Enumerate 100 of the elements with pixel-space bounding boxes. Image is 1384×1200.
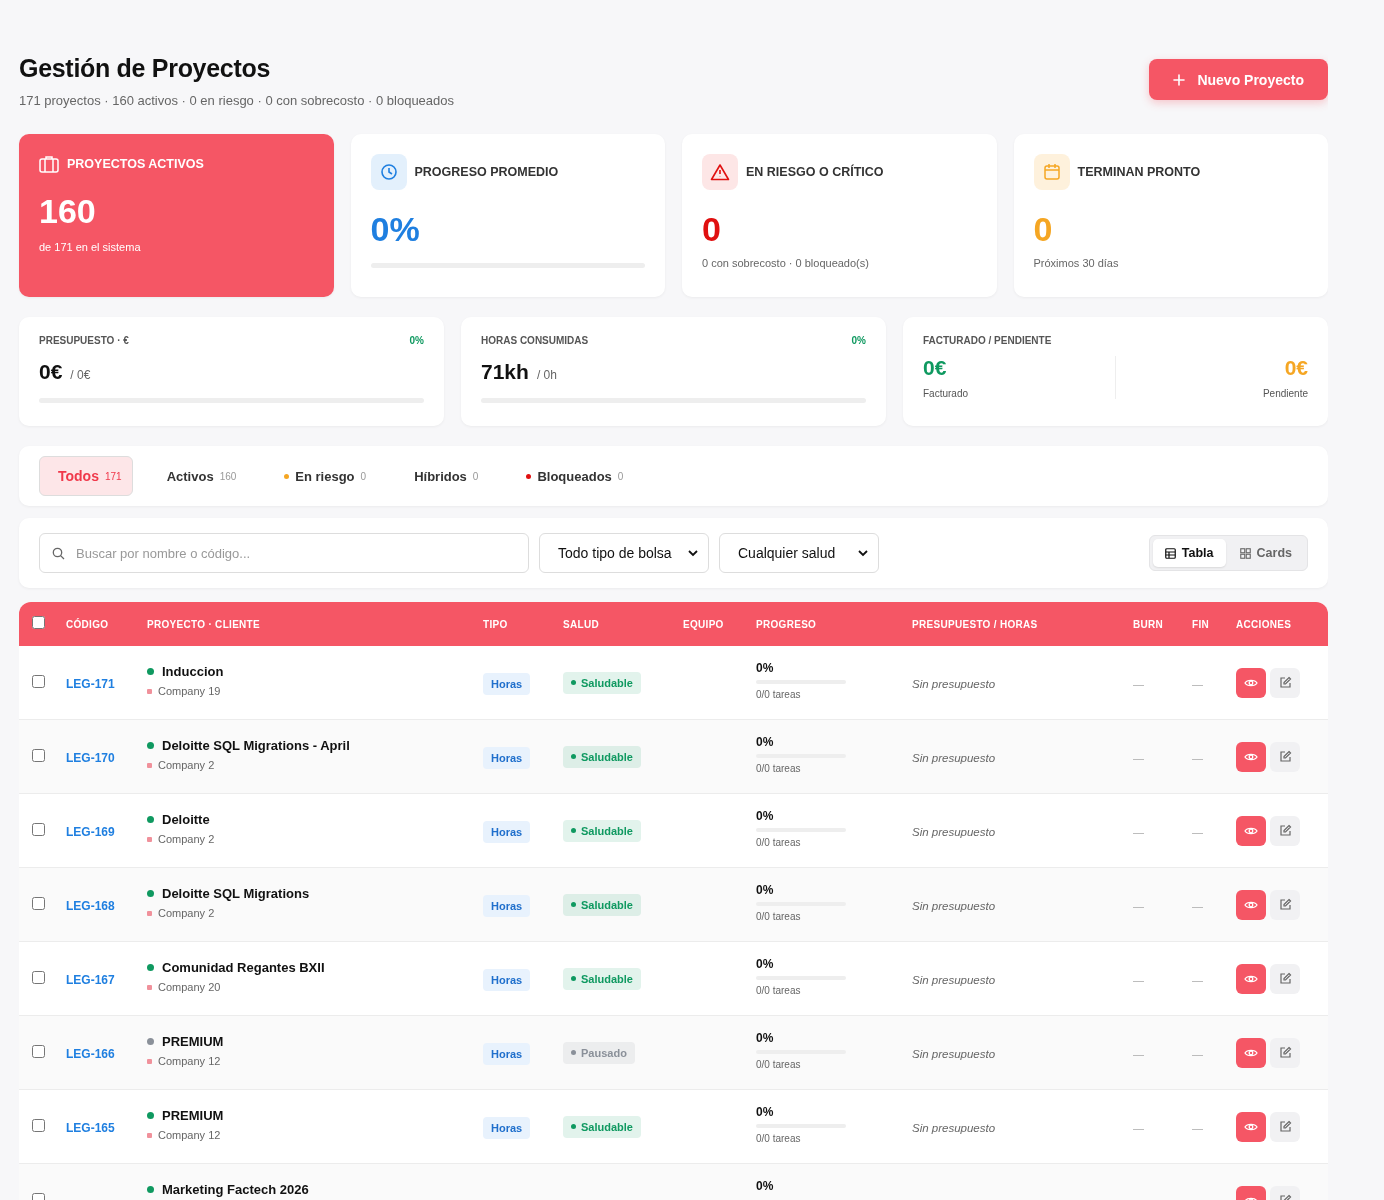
calendar-icon xyxy=(1033,154,1070,190)
row-checkbox[interactable] xyxy=(32,822,45,836)
progress-percent: 0% xyxy=(756,735,775,749)
budget-text: Sin presupuesto xyxy=(912,751,996,764)
stat-value: 0 xyxy=(702,210,722,249)
view-button[interactable]: Cards xyxy=(1227,539,1304,567)
select-all-checkbox[interactable] xyxy=(32,616,45,629)
burn-value: — xyxy=(1133,899,1144,912)
project-name: Comunidad Regantes BXII xyxy=(162,960,325,975)
card-label: HORAS CONSUMIDAS xyxy=(481,335,589,346)
type-badge: Horas xyxy=(483,820,531,843)
edit-button[interactable] xyxy=(1270,1111,1300,1142)
view-button[interactable] xyxy=(1236,741,1266,772)
filter-tab[interactable]: Todos 171 xyxy=(39,456,133,496)
view-button[interactable] xyxy=(1236,1111,1266,1142)
end-date: — xyxy=(1192,825,1203,838)
progress-percent: 0% xyxy=(756,661,775,675)
percent-value: 0% xyxy=(851,335,866,346)
edit-button[interactable] xyxy=(1270,667,1300,698)
type-badge: Horas xyxy=(483,746,531,769)
progress-percent: 0% xyxy=(756,809,775,823)
project-code-link[interactable]: LEG-171 xyxy=(66,676,115,691)
budget-text: Sin presupuesto xyxy=(912,973,996,986)
view-button[interactable] xyxy=(1236,815,1266,846)
burn-value: — xyxy=(1133,1047,1144,1060)
row-checkbox[interactable] xyxy=(32,970,45,984)
edit-button[interactable] xyxy=(1270,963,1300,994)
progress-percent: 0% xyxy=(756,957,775,971)
amount-value: 0€ xyxy=(39,360,63,384)
end-date: — xyxy=(1192,1121,1203,1134)
edit-button[interactable] xyxy=(1270,889,1300,920)
project-name: Deloitte xyxy=(162,812,210,827)
pending-value: 0€ xyxy=(1284,356,1308,380)
task-count: 0/0 tareas xyxy=(756,1059,802,1070)
amount-value: 71kh xyxy=(481,360,529,384)
row-checkbox[interactable] xyxy=(32,1118,45,1132)
chevron-icon xyxy=(858,549,868,557)
project-code-link[interactable]: LEG-166 xyxy=(66,1046,115,1061)
pending-label: Pendiente xyxy=(1262,388,1308,399)
table-icon xyxy=(1164,547,1176,559)
pencil-icon xyxy=(1278,676,1292,689)
row-checkbox[interactable] xyxy=(32,1044,45,1058)
row-checkbox[interactable] xyxy=(32,896,45,910)
page-title: Gestión de Proyectos xyxy=(19,54,272,83)
task-count: 0/0 tareas xyxy=(756,689,802,700)
budget-text: Sin presupuesto xyxy=(912,899,996,912)
search-field[interactable]: Buscar por nombre o código... xyxy=(39,533,529,573)
client-name: Company 12 xyxy=(158,1055,221,1067)
edit-button[interactable] xyxy=(1270,741,1300,772)
stat-label: PROGRESO PROMEDIO xyxy=(414,165,559,179)
task-count: 0/0 tareas xyxy=(756,1133,802,1144)
edit-button[interactable] xyxy=(1270,1037,1300,1068)
project-code-link[interactable]: LEG-169 xyxy=(66,824,115,839)
health-badge: Pausado xyxy=(563,1041,635,1064)
filter-tab[interactable]: En riesgo 0 xyxy=(270,460,381,492)
amount-total: / 0€ xyxy=(70,368,91,382)
filter-select[interactable]: Todo tipo de bolsa xyxy=(539,533,709,573)
client-square-icon xyxy=(147,1058,152,1064)
view-button[interactable] xyxy=(1236,963,1266,994)
edit-button[interactable] xyxy=(1270,815,1300,846)
filter-tab[interactable]: Híbridos 0 xyxy=(400,460,493,492)
project-code-link[interactable]: LEG-167 xyxy=(66,972,115,987)
client-square-icon xyxy=(147,688,152,694)
project-code-link[interactable]: LEG-170 xyxy=(66,750,115,765)
budget-text: Sin presupuesto xyxy=(912,677,996,690)
filter-tab[interactable]: Bloqueados 0 xyxy=(512,460,638,492)
filter-select[interactable]: Cualquier salud xyxy=(719,533,879,573)
client-square-icon xyxy=(147,984,152,990)
type-badge: Horas xyxy=(483,1042,531,1065)
pencil-icon xyxy=(1278,824,1292,837)
client-name: Company 2 xyxy=(158,907,215,919)
budget-text: Sin presupuesto xyxy=(912,1121,996,1134)
percent-value: 0% xyxy=(409,335,424,346)
row-checkbox[interactable] xyxy=(32,748,45,762)
health-badge: Saludable xyxy=(563,819,641,842)
view-button[interactable]: Tabla xyxy=(1152,539,1226,567)
pencil-icon xyxy=(1278,972,1292,985)
project-name: PREMIUM xyxy=(162,1108,224,1123)
view-button[interactable] xyxy=(1236,1037,1266,1068)
new-project-button[interactable]: Nuevo Proyecto xyxy=(1149,59,1328,100)
invoiced-label: Facturado xyxy=(923,388,970,399)
project-code-link[interactable]: LEG-168 xyxy=(66,898,115,913)
grid-icon xyxy=(1239,547,1251,559)
row-checkbox[interactable] xyxy=(32,674,45,688)
burn-value: — xyxy=(1133,751,1144,764)
health-badge: Saludable xyxy=(563,1115,641,1138)
column-header: CÓDIGO xyxy=(66,618,110,630)
client-name: Company 12 xyxy=(158,1129,221,1141)
view-button[interactable] xyxy=(1236,667,1266,698)
project-code-link[interactable]: LEG-165 xyxy=(66,1120,115,1135)
column-header: BURN xyxy=(1133,618,1165,630)
view-button[interactable] xyxy=(1236,889,1266,920)
burn-value: — xyxy=(1133,677,1144,690)
stat-label: EN RIESGO O CRÍTICO xyxy=(746,165,884,179)
filter-tab[interactable]: Activos 160 xyxy=(152,460,251,492)
stat-note: Próximos 30 días xyxy=(1033,257,1120,269)
task-count: 0/0 tareas xyxy=(756,837,802,848)
project-name: Deloitte SQL Migrations - April xyxy=(162,738,350,753)
burn-value: — xyxy=(1133,825,1144,838)
briefcase-icon xyxy=(39,155,59,173)
